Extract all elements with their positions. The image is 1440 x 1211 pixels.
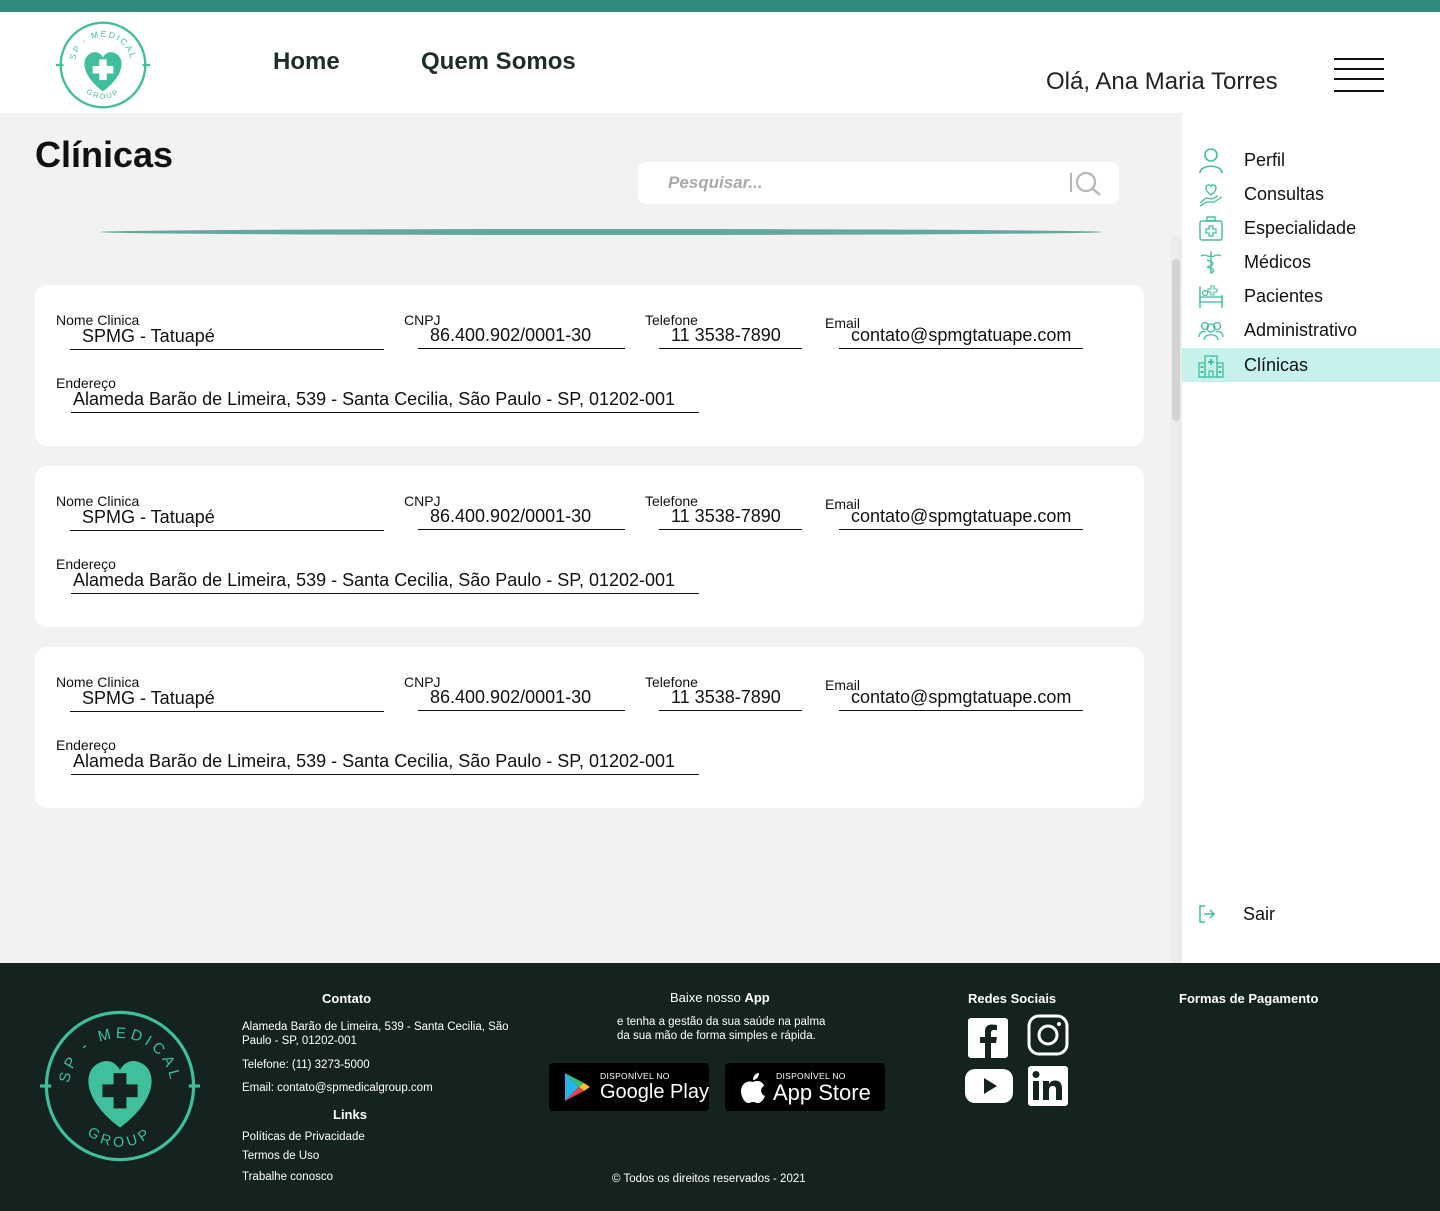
footer-payment-heading: Formas de Pagamento [1179, 991, 1319, 1006]
sidebar-item-perfil[interactable]: Perfil [1182, 143, 1440, 177]
google-play-icon [565, 1073, 590, 1101]
page-title: Clínicas [35, 134, 174, 175]
footer: SP - MEDICAL GROUP Contato Alameda Barão… [0, 963, 1440, 1211]
field-endereco[interactable]: Alameda Barão de Limeira, 539 - Santa Ce… [71, 750, 699, 775]
field-telefone[interactable]: 11 3538-7890 [659, 505, 802, 530]
footer-email: Email: contato@spmedicalgroup.com [242, 1082, 433, 1094]
sidebar-item-label: Médicos [1244, 252, 1312, 272]
linkedin-icon[interactable] [1027, 1065, 1069, 1107]
google-play-label: Google Play [600, 1081, 709, 1103]
menu-hamburger-icon[interactable] [1334, 58, 1384, 94]
footer-copyright: © Todos os direitos reservados - 2021 [612, 1173, 806, 1185]
app-store-button[interactable]: DISPONÍVEL NO App Store [725, 1063, 885, 1111]
user-icon [1199, 148, 1223, 173]
field-email[interactable]: contato@spmgtatuape.com [839, 686, 1083, 711]
field-email[interactable]: contato@spmgtatuape.com [839, 505, 1083, 530]
sidebar-item-consultas[interactable]: Consultas [1182, 177, 1440, 211]
svg-text:SP - MEDICAL: SP - MEDICAL [67, 29, 138, 61]
sidebar-item-clinicas[interactable]: Clínicas [1182, 348, 1440, 382]
clinic-card: Nome Clinica SPMG - Tatuapé CNPJ 86.400.… [35, 647, 1144, 808]
footer-app-line1: e tenha a gestão da sua saúde na palma [617, 1016, 826, 1028]
field-cnpj[interactable]: 86.400.902/0001-30 [418, 505, 625, 530]
clinic-card: Nome Clinica SPMG - Tatuapé CNPJ 86.400.… [35, 466, 1144, 627]
field-endereco[interactable]: Alameda Barão de Limeira, 539 - Santa Ce… [71, 388, 699, 413]
sidebar-item-medicos[interactable]: Médicos [1182, 245, 1440, 279]
heart-hand-icon [1199, 184, 1223, 207]
footer-address: Alameda Barão de Limeira, 539 - Santa Ce… [242, 1021, 509, 1047]
hospital-bed-icon [1199, 285, 1223, 308]
sidebar-item-label: Pacientes [1244, 286, 1324, 306]
svg-text:GROUP: GROUP [84, 1124, 155, 1151]
youtube-icon[interactable] [965, 1067, 1013, 1105]
top-accent-bar [0, 0, 1440, 12]
sidebar-item-label: Clínicas [1244, 355, 1309, 375]
footer-link-termos[interactable]: Termos de Uso [242, 1149, 319, 1163]
google-play-button[interactable]: DISPONÍVEL NO Google Play [549, 1063, 709, 1111]
medical-kit-icon [1199, 216, 1223, 241]
sidebar-item-label: Sair [1243, 904, 1276, 924]
footer-phone: Telefone: (11) 3273-5000 [242, 1059, 370, 1071]
sidebar: Perfil Consultas Especialidade Médicos P… [1182, 113, 1440, 963]
app-store-label: App Store [773, 1080, 871, 1105]
field-nome-clinica[interactable]: SPMG - Tatuapé [70, 325, 384, 350]
instagram-icon[interactable] [1027, 1014, 1069, 1056]
sidebar-item-label: Consultas [1244, 184, 1325, 204]
sidebar-item-especialidade[interactable]: Especialidade [1182, 211, 1440, 245]
field-endereco[interactable]: Alameda Barão de Limeira, 539 - Santa Ce… [71, 569, 699, 594]
search-icon[interactable] [1068, 168, 1104, 198]
footer-link-trabalhe[interactable]: Trabalhe conosco [242, 1170, 333, 1184]
sidebar-item-label: Perfil [1244, 150, 1286, 170]
sidebar-logout[interactable]: Sair [1182, 897, 1440, 931]
footer-social-heading: Redes Sociais [968, 991, 1057, 1006]
search-input[interactable] [668, 170, 1058, 196]
clinic-card: Nome Clinica SPMG - Tatuapé CNPJ 86.400.… [35, 285, 1144, 446]
logout-icon [1199, 905, 1216, 923]
footer-link-privacidade[interactable]: Políticas de Privacidade [242, 1130, 365, 1144]
hospital-building-icon [1198, 355, 1224, 378]
nav-quem-somos[interactable]: Quem Somos [421, 48, 576, 76]
apple-icon [741, 1073, 765, 1103]
title-divider [100, 229, 1102, 235]
footer-contato-heading: Contato [322, 991, 372, 1006]
facebook-icon[interactable] [967, 1017, 1009, 1059]
group-icon [1198, 321, 1224, 341]
footer-app-line2: da sua mão de forma simples e rápida. [617, 1030, 816, 1042]
sp-medical-logo[interactable]: SP - MEDICAL GROUP [56, 18, 150, 112]
field-cnpj[interactable]: 86.400.902/0001-30 [418, 686, 625, 711]
scrollbar[interactable] [1170, 237, 1182, 963]
header: SP - MEDICAL GROUP Home Quem Somos Olá, … [0, 12, 1440, 113]
sidebar-item-label: Especialidade [1244, 218, 1357, 238]
field-telefone[interactable]: 11 3538-7890 [659, 324, 802, 349]
footer-links-heading: Links [333, 1107, 367, 1122]
sidebar-item-administrativo[interactable]: Administrativo [1182, 313, 1440, 347]
search-bar[interactable] [638, 162, 1119, 204]
google-play-small: DISPONÍVEL NO [600, 1071, 670, 1081]
scrollbar-thumb[interactable] [1172, 259, 1180, 421]
nav-home[interactable]: Home [273, 48, 340, 76]
sidebar-item-label: Administrativo [1244, 320, 1358, 340]
field-telefone[interactable]: 11 3538-7890 [659, 686, 802, 711]
sp-medical-logo[interactable]: SP - MEDICAL GROUP [40, 1006, 200, 1166]
sidebar-item-pacientes[interactable]: Pacientes [1182, 279, 1440, 313]
footer-app-heading: Baixe nosso App [670, 990, 770, 1005]
field-cnpj[interactable]: 86.400.902/0001-30 [418, 324, 625, 349]
field-email[interactable]: contato@spmgtatuape.com [839, 324, 1083, 349]
field-nome-clinica[interactable]: SPMG - Tatuapé [70, 687, 384, 712]
field-nome-clinica[interactable]: SPMG - Tatuapé [70, 506, 384, 531]
caduceus-icon [1200, 251, 1222, 274]
user-greeting: Olá, Ana Maria Torres [1046, 68, 1278, 95]
